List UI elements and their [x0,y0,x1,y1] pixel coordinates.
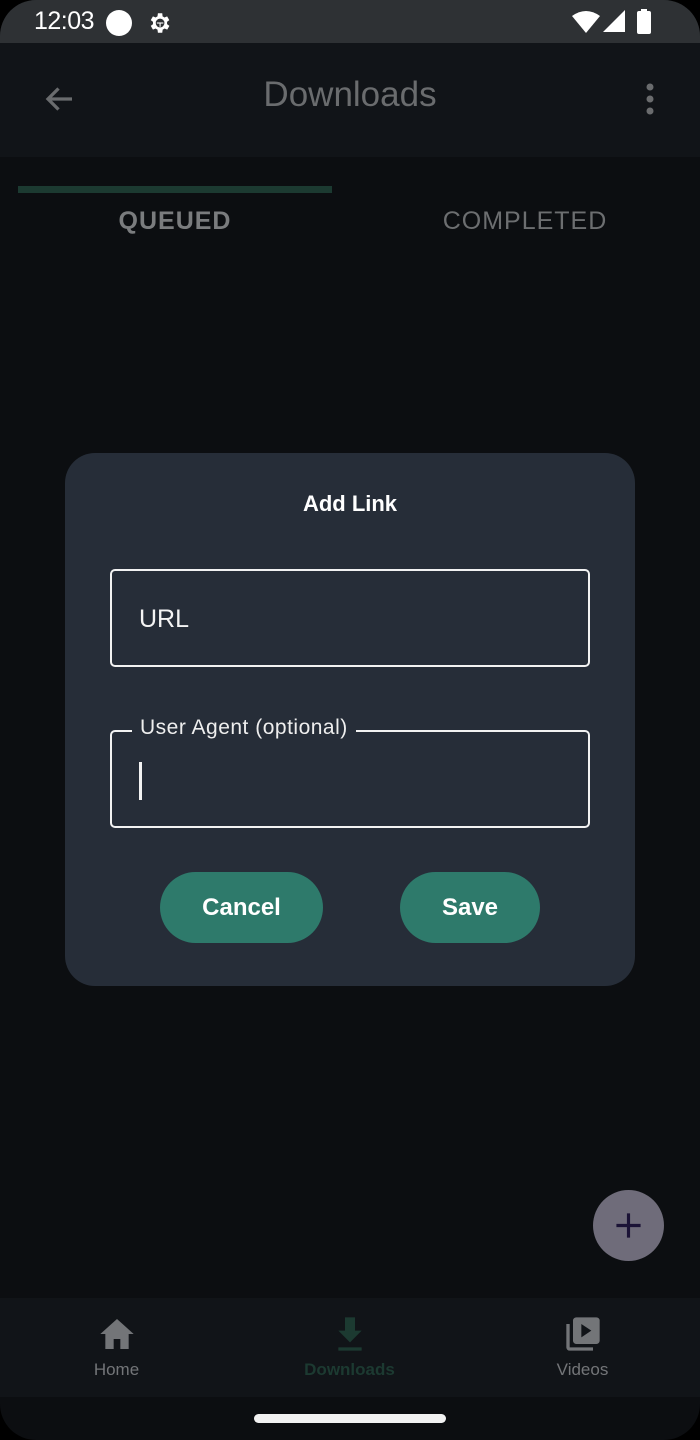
tab-completed[interactable]: COMPLETED [350,157,700,247]
nav-downloads-label: Downloads [304,1360,395,1379]
tab-queued[interactable]: QUEUED [0,157,350,247]
user-agent-input[interactable]: User Agent (optional) [110,716,590,828]
status-time: 12:03 [34,7,95,35]
selected-tab-indicator [18,186,332,193]
save-button[interactable]: Save [400,872,540,943]
gesture-handle[interactable] [254,1414,446,1423]
add-icon [616,1213,641,1238]
notification-dot-icon [106,10,132,36]
nav-videos-label: Videos [556,1360,609,1379]
cancel-button[interactable]: Cancel [160,872,323,943]
url-input[interactable]: URL [110,569,590,667]
nav-home-label: Home [93,1360,140,1379]
nav-item-downloads[interactable]: Downloads [233,1298,466,1397]
nav-item-home[interactable]: Home [0,1298,233,1397]
tab-completed-label: COMPLETED [442,207,608,235]
app-bar: Downloads [0,43,700,157]
page-title: Downloads [263,75,437,114]
download-icon [337,1317,362,1351]
add-fab-button[interactable] [593,1190,664,1261]
bottom-navigation: Home Downloads Videos [0,1298,700,1397]
tab-bar: QUEUED COMPLETED [0,157,700,247]
battery-icon [637,9,651,34]
video-library-icon [565,1317,600,1351]
user-agent-label: User Agent (optional) [132,716,356,740]
wifi-icon [572,11,600,33]
cell-signal-icon [603,10,625,32]
dialog-title: Add Link [302,491,398,516]
home-icon [99,1319,134,1349]
debug-gear-icon [150,13,170,33]
status-bar: 12:03 [0,0,700,43]
url-placeholder: URL [139,605,190,633]
text-cursor [139,762,142,800]
add-link-dialog: Add Link URL User Agent (optional) Cance… [65,453,635,986]
more-vert-icon[interactable] [638,81,662,117]
screen: 12:03 Downloads QUEUED COMPLETED Add Lin… [0,0,700,1440]
nav-item-videos[interactable]: Videos [466,1298,699,1397]
tab-queued-label: QUEUED [118,207,232,235]
